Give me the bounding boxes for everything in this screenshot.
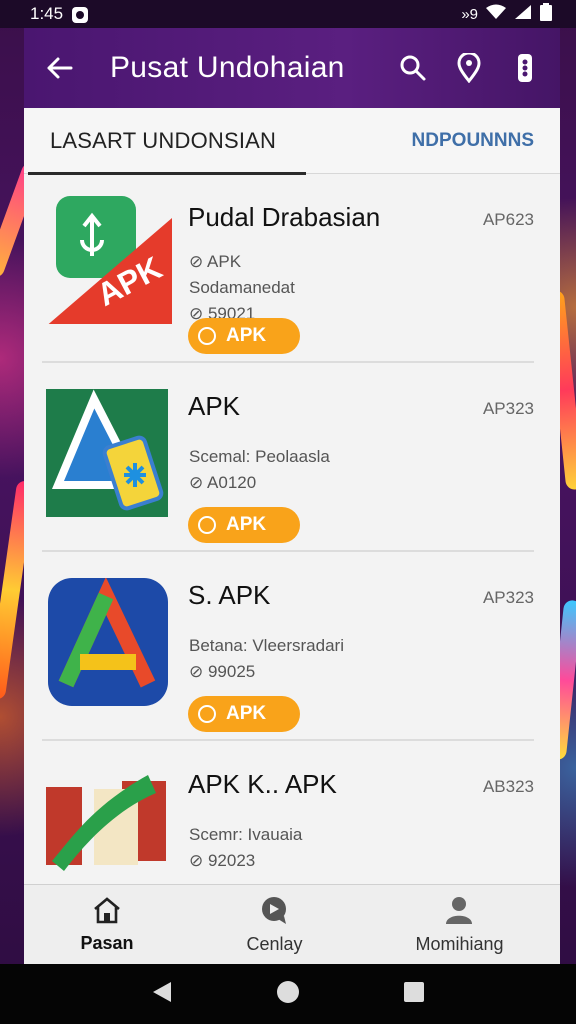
item-detail: ⊘ 92023 (189, 851, 256, 870)
home-circle-icon[interactable] (275, 979, 301, 1010)
wifi-icon (486, 4, 506, 25)
tab-active[interactable]: LASART UNDONSIAN (27, 108, 307, 175)
item-detail: ⊘ A0120 (189, 473, 257, 492)
bottom-navigation: Pasan Cenlay Momihiang (24, 884, 560, 964)
tab-link-right[interactable]: NDPOUNNNS (412, 130, 534, 152)
item-title: Pudal Drabasian (188, 202, 381, 232)
location-pin-icon[interactable] (454, 53, 484, 83)
search-icon[interactable] (398, 53, 428, 83)
nav-item-momihiang[interactable]: Momihiang (415, 895, 504, 955)
list-item[interactable]: APK AP323 Scemal: Peolaasla ⊘ A0120 APK (42, 363, 534, 552)
apk-button-label: APK (226, 514, 267, 535)
nav-item-cenlay[interactable]: Cenlay (246, 895, 303, 955)
item-title: APK (188, 391, 241, 421)
app-title: Pusat Undohaian (110, 51, 345, 84)
apk-download-button[interactable]: APK (188, 318, 300, 354)
tab-bar: LASART UNDONSIAN NDPOUNNNS (24, 108, 560, 175)
list-item[interactable]: APK K.. APK AB323 Scemr: Ivauaia ⊘ 92023 (42, 741, 534, 884)
back-triangle-icon[interactable] (151, 980, 173, 1009)
apk-button-label: APK (226, 703, 267, 724)
person-icon (444, 895, 474, 930)
item-detail: ⊘ 99025 (189, 662, 256, 681)
coin-icon (198, 327, 216, 345)
more-menu-icon[interactable] (510, 53, 540, 83)
nav-item-pasan[interactable]: Pasan (80, 896, 134, 954)
notification-icon (71, 6, 89, 23)
app-thumbnail (44, 389, 172, 517)
status-time: 1:45 (30, 4, 64, 23)
coin-icon (198, 705, 216, 723)
nav-label: Cenlay (246, 933, 303, 954)
app-thumbnail: APK (44, 196, 172, 328)
chat-icon (258, 895, 290, 930)
app-bar: Pusat Undohaian (24, 28, 560, 108)
item-detail: Scemr: Ivauaia (189, 825, 303, 844)
app-thumbnail (44, 765, 172, 884)
item-code: AP323 (482, 588, 534, 607)
battery-icon (540, 2, 552, 26)
recents-square-icon[interactable] (403, 981, 425, 1008)
item-detail: Betana: Vleersradari (189, 636, 344, 655)
item-title: S. APK (188, 580, 271, 610)
apk-button-label: APK (226, 325, 267, 346)
signal-text: »9 (461, 5, 478, 23)
cellular-icon (514, 4, 532, 25)
coin-icon (198, 516, 216, 534)
list-item[interactable]: S. APK AP323 Betana: Vleersradari ⊘ 9902… (42, 552, 534, 741)
apk-download-button[interactable]: APK (188, 696, 300, 732)
item-detail: Scemal: Peolaasla (189, 447, 330, 466)
item-code: AP323 (482, 399, 534, 418)
home-icon (92, 896, 122, 929)
app-thumbnail (44, 577, 172, 706)
item-title: APK K.. APK (188, 769, 337, 799)
item-code: AP623 (482, 210, 534, 229)
status-bar: 1:45 »9 (0, 0, 576, 28)
nav-label: Pasan (80, 932, 134, 953)
apk-download-button[interactable]: APK (188, 507, 300, 543)
item-detail: Sodamanedat (189, 278, 295, 297)
main-content: LASART UNDONSIAN NDPOUNNNS APK Pudal Dra… (24, 108, 560, 884)
nav-label: Momihiang (415, 933, 504, 954)
item-code: AB323 (482, 777, 534, 796)
item-detail: ⊘ APK (189, 252, 242, 271)
back-arrow-icon[interactable] (44, 53, 74, 83)
system-navigation-bar (0, 964, 576, 1024)
